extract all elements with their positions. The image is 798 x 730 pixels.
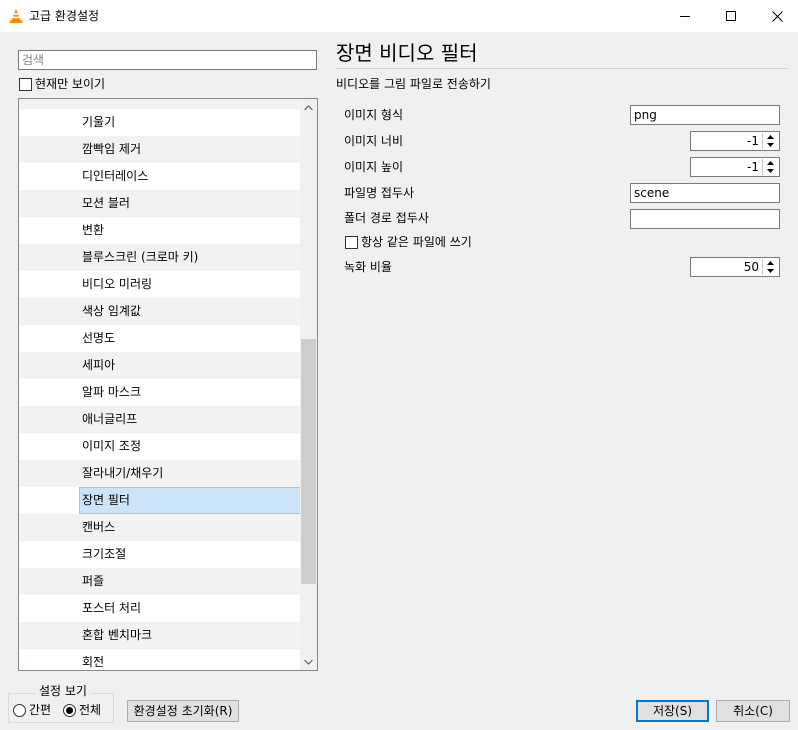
scroll-up-icon [304,104,313,110]
spin-down-icon[interactable] [763,141,778,149]
show-current-only-checkbox[interactable] [19,78,32,91]
tree-item-selected[interactable]: 장면 필터 [19,487,301,514]
image-width-value: -1 [747,134,759,148]
title-bar: 고급 환경설정 [0,0,798,32]
tree-item[interactable]: 블루스크린 (크로마 키) [19,244,301,271]
tree-item[interactable]: 이미지 조정 [19,433,301,460]
tree-item[interactable]: 잘라내기/채우기 [19,460,301,487]
tree-item[interactable]: 모션 블러 [19,190,301,217]
tree-item[interactable]: 비디오 미러링 [19,271,301,298]
scroll-thumb[interactable] [301,339,316,584]
folder-prefix-label: 폴더 경로 접두사 [344,211,429,225]
cancel-button[interactable]: 취소(C) [716,700,790,722]
tree-item[interactable]: 알파 마스크 [19,379,301,406]
tree-item-partial[interactable] [19,99,301,109]
always-overwrite-label: 항상 같은 파일에 쓰기 [361,235,472,249]
scroll-down-icon [304,659,313,665]
always-overwrite-checkbox[interactable] [345,236,358,249]
image-width-label: 이미지 너비 [344,134,404,148]
category-tree[interactable]: 기울기 깜빡임 제거 디인터레이스 모션 블러 변환 블루스크린 (크로마 키)… [18,98,318,671]
tree-item[interactable]: 퍼즐 [19,568,301,595]
close-icon [771,10,783,22]
tree-item[interactable]: 혼합 벤치마크 [19,622,301,649]
reset-preferences-button[interactable]: 환경설정 초기화(R) [127,700,239,722]
spin-arrows [762,133,778,149]
vlc-cone-icon [8,8,24,24]
spin-up-icon[interactable] [763,159,778,167]
tree-item[interactable]: 디인터레이스 [19,163,301,190]
tree-list: 기울기 깜빡임 제거 디인터레이스 모션 블러 변환 블루스크린 (크로마 키)… [19,99,301,670]
scroll-up-button[interactable] [300,99,317,116]
minimize-button[interactable] [662,0,708,32]
show-current-only-label: 현재만 보이기 [35,77,106,91]
spin-up-icon[interactable] [763,133,778,141]
tree-item[interactable]: 포스터 처리 [19,595,301,622]
image-format-field[interactable]: png [630,105,780,125]
tree-item[interactable]: 회전 [19,649,301,670]
all-view-label: 전체 [79,703,102,717]
section-title: 장면 비디오 필터 [336,41,478,65]
all-view-radio[interactable] [63,704,76,717]
search-input[interactable] [18,50,317,70]
scroll-down-button[interactable] [300,653,317,670]
tree-item[interactable]: 애너글리프 [19,406,301,433]
recording-ratio-spinbox[interactable]: 50 [690,257,780,277]
image-height-spinbox[interactable]: -1 [690,157,780,177]
spin-up-icon[interactable] [763,259,778,267]
recording-ratio-value: 50 [743,260,759,274]
spin-arrows [762,259,778,275]
simple-view-label: 간편 [29,703,52,717]
image-width-spinbox[interactable]: -1 [690,131,780,151]
maximize-icon [726,11,736,21]
simple-view-radio[interactable] [13,704,26,717]
spin-arrows [762,159,778,175]
folder-prefix-field[interactable] [630,209,780,229]
tree-item[interactable]: 기울기 [19,109,301,136]
section-divider [336,68,788,69]
filename-prefix-field[interactable]: scene [630,183,780,203]
section-subtitle: 비디오를 그림 파일로 전송하기 [336,77,491,91]
spin-down-icon[interactable] [763,167,778,175]
save-button[interactable]: 저장(S) [636,700,709,722]
tree-item[interactable]: 색상 임계값 [19,298,301,325]
maximize-button[interactable] [708,0,754,32]
view-settings-title: 설정 보기 [36,684,90,698]
tree-scrollbar[interactable] [300,99,317,670]
image-height-value: -1 [747,160,759,174]
image-height-label: 이미지 높이 [344,160,404,174]
recording-ratio-label: 녹화 비율 [344,260,392,274]
spin-down-icon[interactable] [763,267,778,275]
minimize-icon [680,16,690,17]
tree-item[interactable]: 캔버스 [19,514,301,541]
tree-item[interactable]: 변환 [19,217,301,244]
tree-item[interactable]: 세피아 [19,352,301,379]
image-format-label: 이미지 형식 [344,108,404,122]
close-button[interactable] [754,0,798,32]
tree-item[interactable]: 선명도 [19,325,301,352]
tree-item[interactable]: 크기조절 [19,541,301,568]
filename-prefix-label: 파일명 접두사 [344,186,415,200]
tree-item[interactable]: 깜빡임 제거 [19,136,301,163]
window-title: 고급 환경설정 [29,9,100,23]
